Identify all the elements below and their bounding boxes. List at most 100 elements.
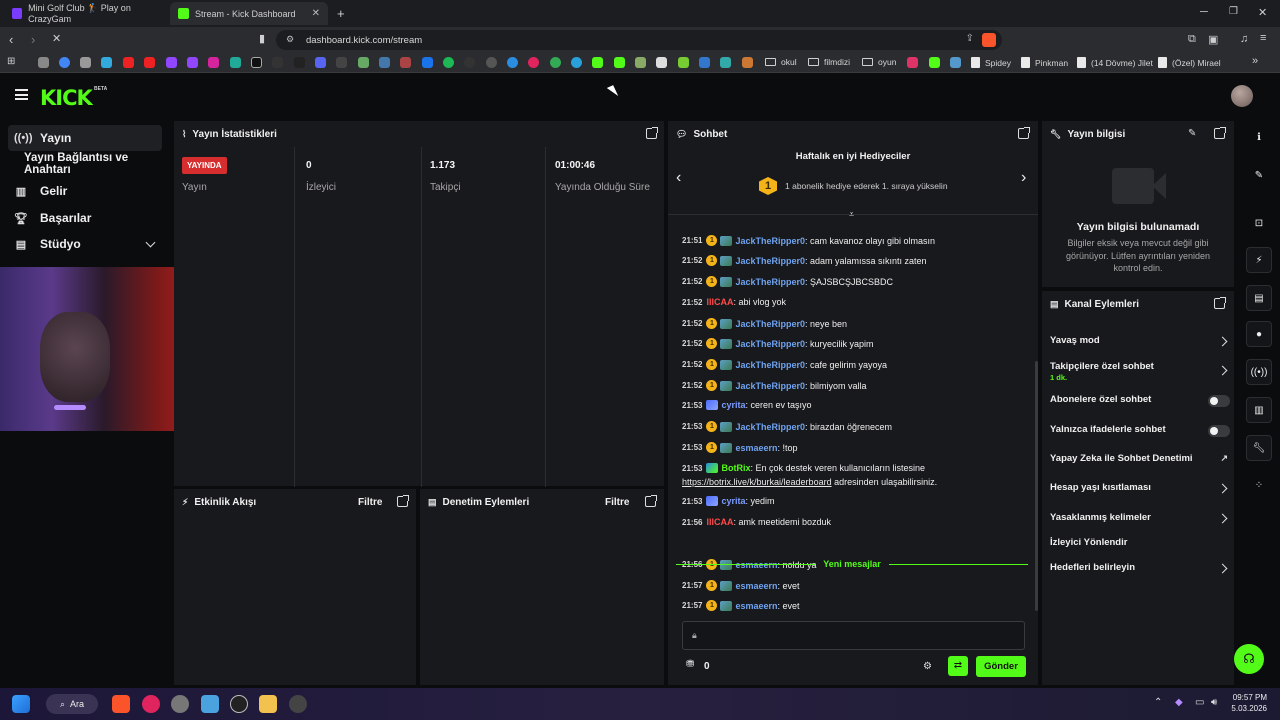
bookmark-icon[interactable] — [336, 57, 347, 68]
spotify-icon[interactable] — [443, 57, 454, 68]
youtube-icon[interactable] — [123, 57, 134, 68]
url-field[interactable]: ⚙ dashboard.kick.com/stream ⇪ — [276, 30, 1002, 50]
message-username[interactable]: JackTheRipper0 — [735, 339, 805, 349]
edit-icon[interactable]: ✎ — [1188, 128, 1196, 139]
back-icon[interactable]: ‹ — [9, 32, 13, 47]
brave-shields-icon[interactable] — [982, 33, 996, 47]
sidebar-item-gelir[interactable]: ▥ Gelir — [8, 178, 162, 204]
popout-icon[interactable] — [645, 495, 657, 507]
hamburger-menu-icon[interactable] — [15, 89, 28, 100]
chat-scrollbar[interactable] — [1035, 361, 1038, 611]
x-icon[interactable] — [251, 57, 262, 68]
clock-date[interactable]: 5.03.2026 — [1227, 704, 1267, 713]
site-info-icon[interactable]: ⚙ — [286, 34, 294, 45]
message-username[interactable]: JackTheRipper0 — [735, 319, 805, 329]
photos-icon[interactable] — [201, 695, 219, 713]
tab-minigolf[interactable]: Mini Golf Club 🏌 Play on CrazyGam — [4, 2, 164, 25]
kick-icon[interactable] — [592, 57, 603, 68]
bookmark-spidey[interactable]: Spidey — [971, 57, 1011, 68]
minimize-button[interactable]: ─ — [1200, 6, 1208, 18]
tiktok-icon[interactable] — [294, 57, 305, 68]
popout-icon[interactable] — [646, 127, 658, 139]
message-username[interactable]: esmaeern — [735, 601, 777, 611]
message-username[interactable]: JackTheRipper0 — [735, 360, 805, 370]
kick-logo[interactable]: KICK — [40, 86, 93, 110]
file-explorer-icon[interactable] — [259, 695, 277, 713]
sidebar-item-studyo[interactable]: ▤ Stüdyo — [8, 231, 162, 257]
bookmark-folder-okul[interactable]: okul — [765, 57, 797, 67]
history-icon[interactable] — [38, 57, 49, 68]
channel-action-item[interactable]: Yavaş mod — [1050, 335, 1234, 353]
extensions-icon[interactable]: ⧉ — [1188, 33, 1196, 46]
channel-action-item[interactable]: Yasaklanmış kelimeler — [1050, 512, 1234, 530]
new-tab-button[interactable]: + — [337, 6, 345, 21]
twitch-icon[interactable] — [166, 57, 177, 68]
bookmark-icon[interactable] — [486, 57, 497, 68]
kick-icon[interactable] — [614, 57, 625, 68]
bookmark-icon[interactable] — [635, 57, 646, 68]
bookmark-icon[interactable] — [464, 57, 475, 68]
instagram-icon[interactable] — [208, 57, 219, 68]
bookmark-icon[interactable] — [101, 57, 112, 68]
bookmark-icon[interactable] — [742, 57, 753, 68]
display-icon[interactable]: ▭ — [1195, 697, 1204, 708]
stop-loading-icon[interactable]: ✕ — [52, 32, 61, 45]
message-username[interactable]: cyrita — [721, 400, 745, 410]
bookmark-icon[interactable] — [656, 57, 667, 68]
bookmark-jilet[interactable]: (14 Dövme) Jilet — [1077, 57, 1153, 68]
channel-action-item[interactable]: Takipçilere özel sohbet 1 dk. — [1050, 361, 1234, 382]
google-icon[interactable] — [59, 57, 70, 68]
stats-icon[interactable]: ▤ — [1246, 285, 1272, 311]
capture-icon[interactable]: ⊡ — [1246, 210, 1272, 236]
message-username[interactable]: JackTheRipper0 — [735, 422, 805, 432]
support-icon[interactable]: ☊ — [1234, 644, 1264, 674]
media-icon[interactable]: ♫ — [1240, 33, 1248, 45]
kick-icon[interactable] — [929, 57, 940, 68]
discord-icon[interactable] — [289, 695, 307, 713]
more-bookmarks-icon[interactable]: » — [1252, 55, 1258, 67]
app-icon[interactable] — [171, 695, 189, 713]
bookmark-pinkman[interactable]: Pinkman — [1021, 57, 1068, 68]
message-link[interactable]: https://botrix.live/k/burkai/leaderboard — [682, 477, 832, 487]
filter-button[interactable]: Filtre — [605, 489, 629, 515]
bookmark-icon[interactable] — [720, 57, 731, 68]
brave-icon[interactable] — [112, 695, 130, 713]
bookmark-icon[interactable] — [907, 57, 918, 68]
avatar[interactable] — [1231, 85, 1253, 107]
channel-action-item[interactable]: Abonelere özel sohbet — [1050, 394, 1234, 412]
toggle-switch[interactable] — [1208, 425, 1230, 437]
close-tab-icon[interactable]: ✕ — [312, 8, 320, 19]
message-username[interactable]: JackTheRipper0 — [735, 236, 805, 246]
broadcast-icon[interactable]: ((•)) — [1246, 359, 1272, 385]
bookmark-icon[interactable] — [230, 57, 241, 68]
forward-icon[interactable]: › — [31, 32, 35, 47]
bookmark-icon[interactable] — [699, 57, 710, 68]
sidebar-item-yayin[interactable]: ((•)) Yayın — [8, 125, 162, 151]
bookmark-icon[interactable] — [80, 57, 91, 68]
channel-action-item[interactable]: Yapay Zeka ile Sohbet Denetimi ↗ — [1050, 453, 1234, 471]
bookmark-folder-filmdizi[interactable]: filmdizi — [808, 57, 850, 67]
gifters-next-icon[interactable]: › — [1021, 169, 1026, 187]
message-username[interactable]: JackTheRipper0 — [735, 277, 805, 287]
message-username[interactable]: JackTheRipper0 — [735, 381, 805, 391]
popout-icon[interactable] — [1018, 127, 1030, 139]
bookmark-icon[interactable]: ▮ — [259, 32, 265, 45]
bookmark-mirael[interactable]: (Özel) Mirael — [1158, 57, 1221, 68]
tray-chevron-icon[interactable]: ⌃ — [1154, 697, 1162, 708]
message-username[interactable]: JackTheRipper0 — [735, 256, 805, 266]
chat-icon[interactable]: ● — [1246, 321, 1272, 347]
message-username[interactable]: BotRix — [721, 463, 750, 473]
share-icon[interactable]: ⇪ — [966, 33, 974, 44]
bookmark-icon[interactable] — [950, 57, 961, 68]
bookmark-icon[interactable] — [507, 57, 518, 68]
windows-start-icon[interactable] — [12, 695, 30, 713]
message-username[interactable]: esmaeern — [735, 581, 777, 591]
channel-action-item[interactable]: Hesap yaşı kısıtlaması — [1050, 482, 1234, 500]
message-username[interactable]: cyrita — [721, 496, 745, 506]
lightning-icon[interactable]: ⚡︎ — [1246, 247, 1272, 273]
twitch-icon[interactable] — [187, 57, 198, 68]
popout-icon[interactable] — [397, 495, 409, 507]
bookmark-icon[interactable] — [272, 57, 283, 68]
chat-settings-icon[interactable]: ⚙ — [923, 661, 932, 672]
filter-button[interactable]: Filtre — [358, 489, 382, 515]
